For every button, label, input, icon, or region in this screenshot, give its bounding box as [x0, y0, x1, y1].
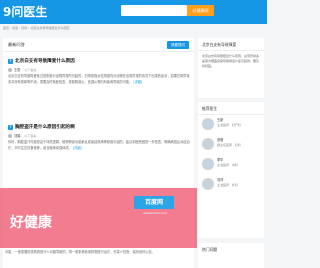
main-header: 最新问答 我要提问	[3, 38, 194, 52]
answer-text-bottom: 可能，一般需要检查看看是什么问题导致的，再一般来看就用药物进行治疗，尽量少熬夜，…	[5, 250, 155, 254]
doctor-item[interactable]: 张丽 副主任医师 · 妇科	[198, 135, 264, 155]
top-header: 9问医生 好健康网	[0, 0, 267, 24]
hot-questions-title: 热门问题	[202, 247, 218, 252]
avatar	[202, 158, 214, 170]
doctor-item[interactable]: 李华 主治医师 · 内科	[198, 155, 264, 175]
question-title[interactable]: ? 胸腔盗汗是什么原因引起的啊	[8, 124, 190, 130]
avatar	[202, 138, 214, 150]
answer-text: 你好，胸腔盗汗可能是由于体质虚弱、植物神经功能紊乱或者结核病等原因引起的，建议到…	[8, 140, 190, 150]
avatar	[202, 178, 214, 190]
watermark-url: www.baidu.com	[143, 211, 167, 215]
detail-link[interactable]: [详细]	[133, 80, 142, 84]
doctor-item[interactable]: 王新 主治医师 · 妇产科	[198, 115, 264, 135]
page-title: 最新问答	[8, 42, 25, 47]
watermark-logo: 百度网	[134, 196, 174, 209]
question-icon: ?	[8, 124, 13, 130]
question-user: 王蕾 以下答案	[8, 67, 190, 72]
doctors-card: 推荐医生 王新 主治医师 · 妇产科 张丽 副主任医师 · 妇科 李华 主治医师 · …	[198, 102, 264, 238]
avatar	[8, 133, 12, 138]
site-logo[interactable]: 9问医生	[3, 3, 47, 20]
avatar	[8, 67, 12, 72]
detail-link[interactable]: [详细]	[73, 146, 82, 150]
question-item: ? 胸腔盗汗是什么原因引起的啊 刘娟 以下答案 你好，胸腔盗汗可能是由于体质虚弱…	[8, 124, 190, 152]
hot-questions-card: 热门问题	[198, 243, 264, 268]
ask-question-button[interactable]: 我要提问	[167, 41, 189, 49]
doctors-title: 推荐医生	[198, 102, 264, 115]
watermark-text: 好健康	[10, 215, 52, 231]
question-title[interactable]: ? 北京白支有导致障爱什么原因	[8, 58, 190, 64]
related-card: 北京白支有导致障爱 北京白支有导致障爱什么原因，白带异常多是因为细菌感染导致阴道…	[198, 38, 264, 98]
question-item: ? 北京白支有导致障爱什么原因 王蕾 以下答案 北京白支有导致障爱就过是阴道分泌…	[8, 58, 190, 86]
question-user: 刘娟 以下答案	[8, 133, 190, 138]
doctor-item[interactable]: 刘洋 主治医师 · 外科	[198, 175, 264, 195]
breadcrumb[interactable]: 首页 › 问答 › 妇科 › 北京白支有导致障爱什么原因	[3, 26, 69, 30]
search-input[interactable]	[121, 5, 187, 16]
related-text[interactable]: 北京白支有导致障爱什么原因，白带异常多是因为细菌感染导致阴道炎症引起的，要及时就…	[198, 51, 264, 73]
related-title: 北京白支有导致障爱	[198, 38, 264, 51]
answer-text: 北京白支有导致障爱就过是阴道分泌物异常所引起的，白带是指女性阴道内分泌物在出现异…	[8, 74, 190, 84]
avatar	[202, 118, 214, 130]
question-icon: ?	[8, 58, 13, 64]
search-button[interactable]: 好健康网	[187, 5, 214, 16]
